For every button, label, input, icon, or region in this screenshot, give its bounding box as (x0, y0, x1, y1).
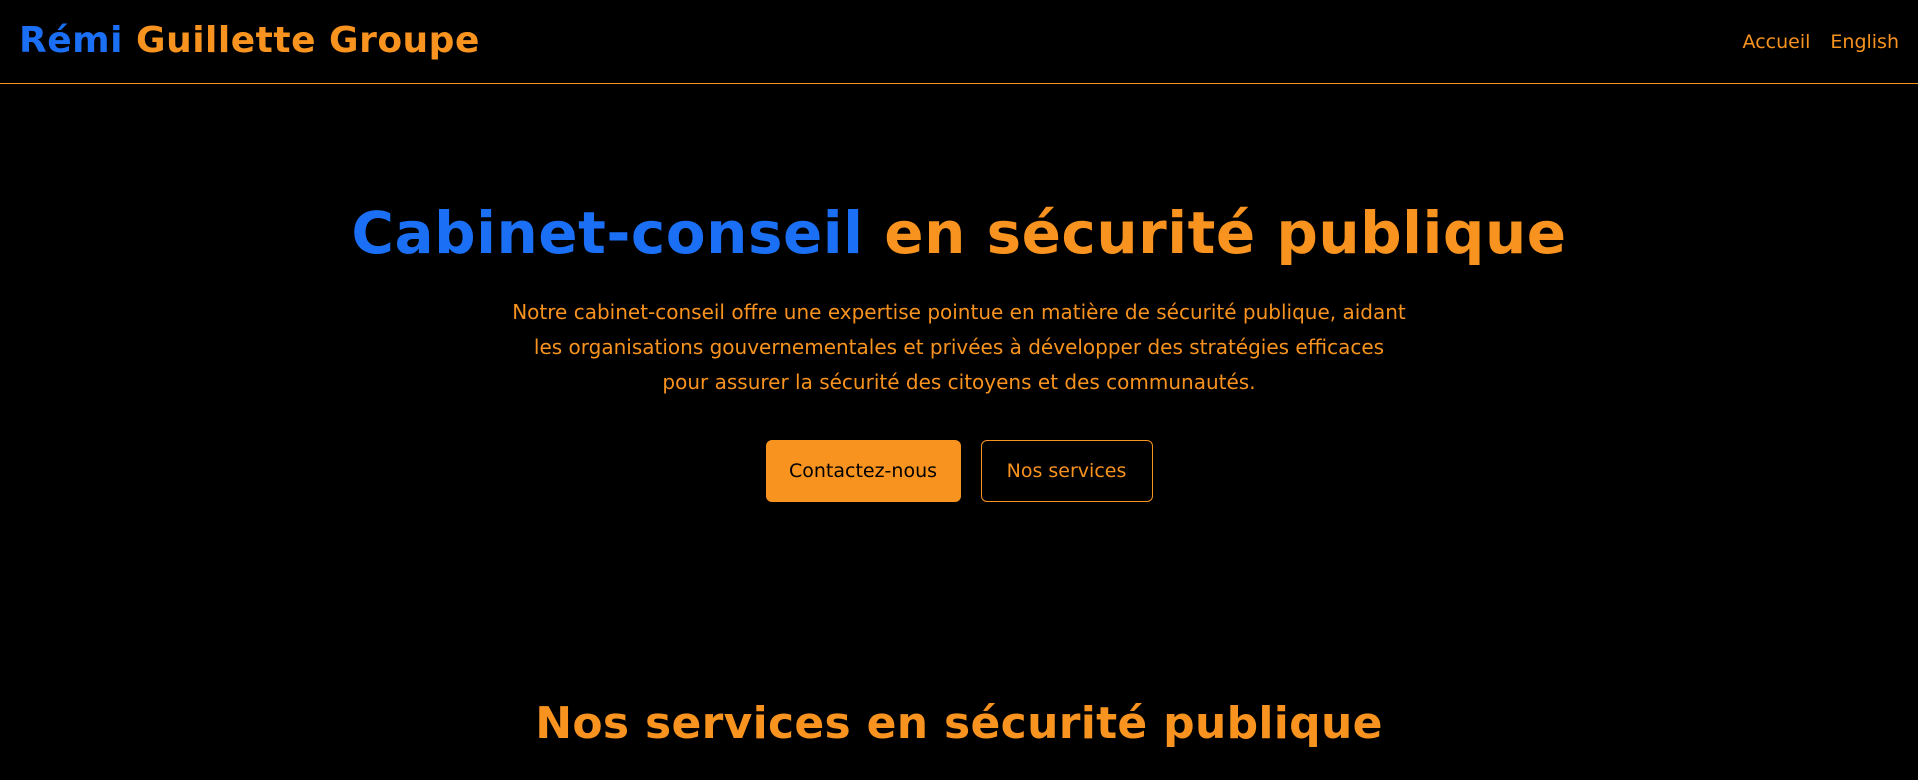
nav-link-accueil[interactable]: Accueil (1743, 29, 1811, 55)
hero-description: Notre cabinet-conseil offre une expertis… (512, 300, 1406, 394)
hero-title: Cabinet-conseil en sécurité publique (0, 195, 1918, 271)
site-header: Rémi Guillette Groupe Accueil English (0, 0, 1918, 84)
services-button[interactable]: Nos services (980, 440, 1153, 502)
nav-link-english[interactable]: English (1830, 29, 1899, 55)
logo-first-name: Rémi (19, 20, 123, 61)
main-nav: Accueil English (1743, 29, 1899, 55)
hero-title-highlight: Cabinet-conseil (351, 199, 864, 267)
hero-buttons: Contactez-nous Nos services (0, 440, 1918, 502)
logo-rest: Guillette Groupe (123, 20, 480, 61)
services-section-title: Nos services en sécurité publique (535, 698, 1383, 749)
site-logo[interactable]: Rémi Guillette Groupe (19, 17, 480, 65)
hero-title-rest: en sécurité publique (863, 199, 1567, 267)
contact-button[interactable]: Contactez-nous (765, 440, 961, 502)
